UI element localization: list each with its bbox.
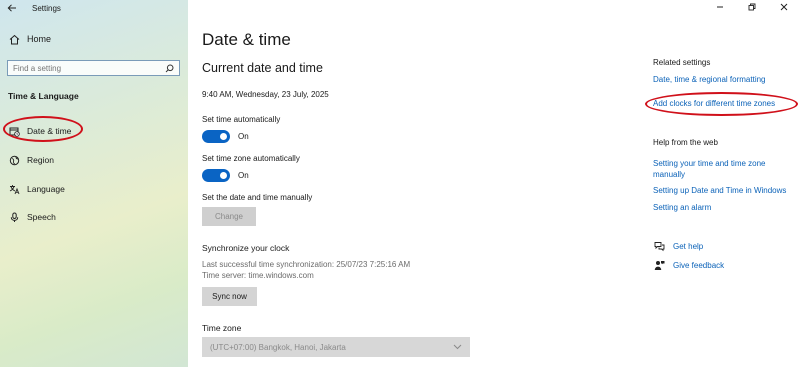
set-time-auto-state: On: [238, 132, 249, 141]
chat-help-icon: [653, 240, 665, 252]
right-panel: Related settings Date, time & regional f…: [645, 0, 800, 367]
sidebar-item-label: Region: [27, 155, 54, 165]
set-tz-auto-row: On: [202, 169, 249, 182]
close-icon: [780, 3, 788, 11]
minimize-button[interactable]: [704, 0, 736, 14]
help-title: Help from the web: [653, 138, 718, 147]
sidebar-item-label: Speech: [27, 212, 56, 222]
chevron-down-icon: [453, 344, 462, 350]
sync-title: Synchronize your clock: [202, 243, 290, 253]
sidebar-item-region[interactable]: Region: [8, 154, 54, 166]
section-title: Current date and time: [202, 61, 323, 75]
timezone-value: (UTC+07:00) Bangkok, Hanoi, Jakarta: [210, 342, 346, 352]
globe-icon: [8, 154, 20, 166]
change-button[interactable]: Change: [202, 207, 256, 226]
toggle-knob: [220, 172, 227, 179]
search-placeholder: Find a setting: [13, 63, 62, 73]
sidebar-item-label: Language: [27, 184, 65, 194]
timezone-label: Time zone: [202, 323, 242, 333]
time-server-text: Time server: time.windows.com: [202, 271, 314, 280]
nav-home-label: Home: [27, 34, 52, 44]
feedback-icon: [653, 259, 665, 271]
help-link-setting-alarm[interactable]: Setting an alarm: [653, 202, 711, 213]
sidebar-section-title: Time & Language: [8, 91, 79, 101]
set-time-auto-toggle[interactable]: [202, 130, 230, 143]
search-input[interactable]: Find a setting: [7, 60, 180, 76]
set-tz-auto-toggle[interactable]: [202, 169, 230, 182]
back-button[interactable]: [0, 0, 24, 16]
get-help-label: Get help: [673, 241, 704, 251]
sidebar-item-speech[interactable]: Speech: [8, 211, 56, 223]
microphone-icon: [8, 211, 20, 223]
restore-button[interactable]: [736, 0, 768, 14]
restore-icon: [748, 3, 756, 11]
set-manual-label: Set the date and time manually: [202, 193, 313, 202]
nav-home[interactable]: Home: [8, 33, 51, 45]
window-controls: [704, 0, 800, 14]
last-sync-text: Last successful time synchronization: 25…: [202, 260, 411, 269]
highlight-oval: [645, 92, 798, 116]
back-arrow-icon: [7, 4, 16, 12]
minimize-icon: [717, 6, 723, 8]
set-tz-auto-label: Set time zone automatically: [202, 154, 300, 163]
sidebar-item-language[interactable]: Language: [8, 183, 65, 195]
search-icon[interactable]: [164, 63, 174, 73]
sync-now-button[interactable]: Sync now: [202, 287, 257, 306]
sidebar: Settings Home Find a setting Time & Lang…: [0, 0, 188, 367]
help-link-setting-up-date-time[interactable]: Setting up Date and Time in Windows: [653, 185, 786, 196]
link-date-time-regional-formatting[interactable]: Date, time & regional formatting: [653, 74, 766, 85]
page-title: Date & time: [202, 30, 291, 49]
timezone-select[interactable]: (UTC+07:00) Bangkok, Hanoi, Jakarta: [202, 337, 470, 357]
give-feedback-link[interactable]: Give feedback: [653, 259, 724, 271]
set-time-auto-row: On: [202, 130, 249, 143]
app-title: Settings: [32, 3, 61, 13]
help-link-time-zone-manually[interactable]: Setting your time and time zone manually: [653, 158, 793, 180]
language-icon: [8, 183, 20, 195]
highlight-oval: [3, 116, 83, 142]
set-time-auto-label: Set time automatically: [202, 115, 281, 124]
set-tz-auto-state: On: [238, 171, 249, 180]
current-datetime: 9:40 AM, Wednesday, 23 July, 2025: [202, 90, 329, 99]
close-button[interactable]: [768, 0, 800, 14]
give-feedback-label: Give feedback: [673, 260, 725, 270]
related-settings-title: Related settings: [653, 58, 711, 67]
title-bar: Settings: [0, 0, 188, 16]
home-icon: [8, 33, 20, 45]
toggle-knob: [220, 133, 227, 140]
get-help-link[interactable]: Get help: [653, 240, 703, 252]
